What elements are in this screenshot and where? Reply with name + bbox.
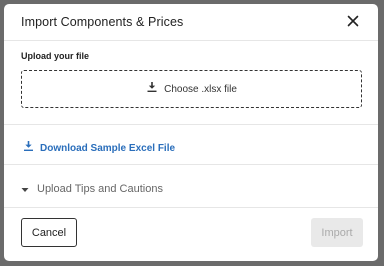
import-button[interactable]: Import bbox=[311, 218, 363, 247]
dialog-title: Import Components & Prices bbox=[21, 15, 184, 29]
dialog-header: Import Components & Prices bbox=[4, 4, 378, 41]
close-icon[interactable] bbox=[345, 13, 361, 29]
cancel-button[interactable]: Cancel bbox=[21, 218, 77, 247]
import-dialog: Import Components & Prices Upload your f… bbox=[4, 4, 378, 261]
divider bbox=[4, 207, 378, 208]
upload-label: Upload your file bbox=[21, 51, 90, 61]
divider bbox=[4, 164, 378, 165]
download-icon bbox=[23, 139, 34, 157]
download-sample-link[interactable]: Download Sample Excel File bbox=[23, 139, 175, 157]
download-sample-label: Download Sample Excel File bbox=[40, 142, 176, 154]
download-icon bbox=[146, 80, 158, 98]
choose-file-dropzone[interactable]: Choose .xlsx file bbox=[21, 70, 362, 108]
upload-tips-label: Upload Tips and Cautions bbox=[37, 183, 163, 195]
upload-tips-toggle[interactable]: Upload Tips and Cautions bbox=[21, 180, 163, 198]
choose-file-label: Choose .xlsx file bbox=[164, 83, 237, 95]
caret-down-icon bbox=[21, 180, 29, 198]
divider bbox=[4, 124, 378, 125]
